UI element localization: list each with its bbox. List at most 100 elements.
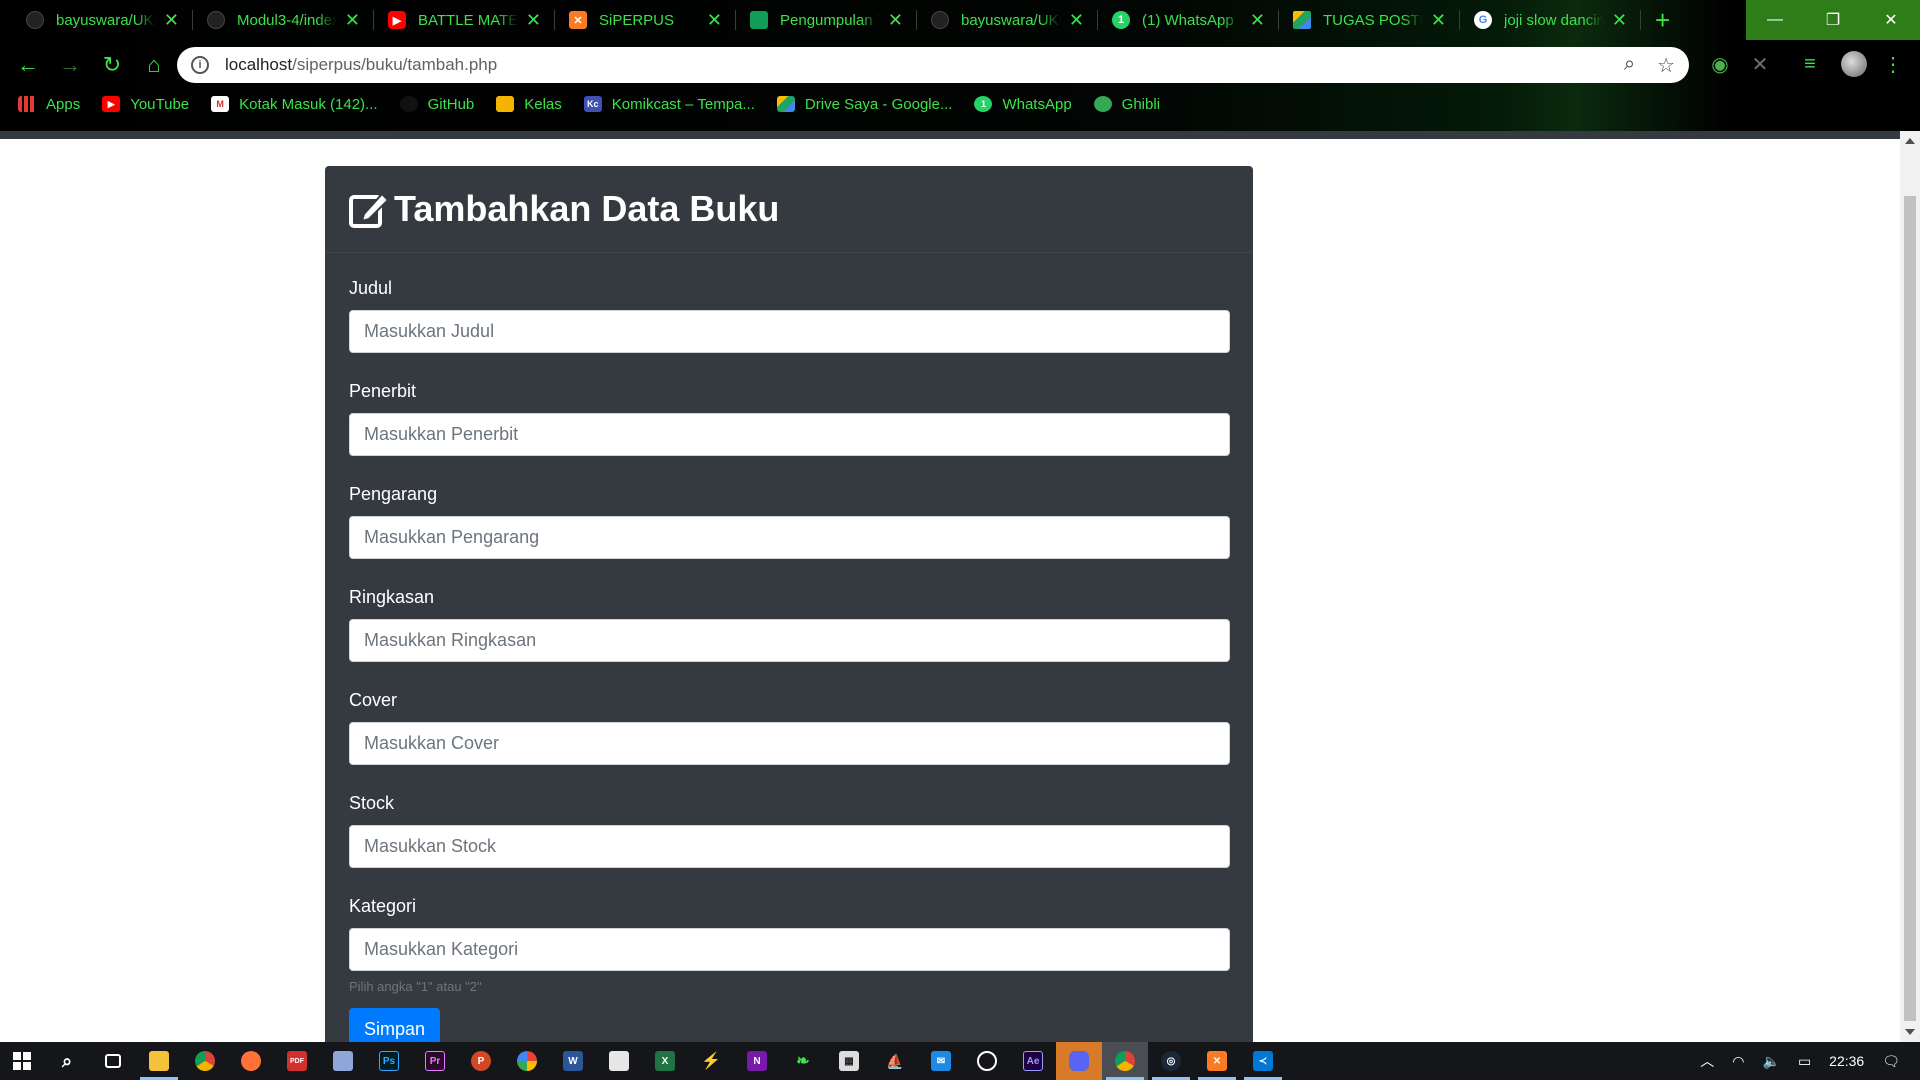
- taskbar-chrome-active[interactable]: [1102, 1042, 1148, 1080]
- task-view-button[interactable]: [90, 1042, 136, 1080]
- tab[interactable]: bayuswara/UKL ✕: [917, 0, 1098, 40]
- bookmark-whatsapp[interactable]: 1 WhatsApp: [974, 96, 1072, 113]
- extension-icon[interactable]: ◉: [1702, 44, 1738, 84]
- taskbar-app-ship[interactable]: ⛵: [872, 1042, 918, 1080]
- scroll-up-icon[interactable]: [1905, 138, 1915, 144]
- bookmark-ghibli[interactable]: Ghibli: [1093, 96, 1160, 113]
- pdf-icon: PDF: [287, 1051, 307, 1071]
- x-extension-icon[interactable]: ✕: [1742, 44, 1778, 84]
- bookmark-github[interactable]: GitHub: [399, 96, 474, 113]
- tab-title: (1) WhatsApp: [1142, 11, 1234, 29]
- close-icon[interactable]: ✕: [1431, 10, 1446, 31]
- back-button[interactable]: ←: [8, 45, 48, 85]
- taskbar-discord[interactable]: [1056, 1042, 1102, 1080]
- taskbar-powerpoint[interactable]: P: [458, 1042, 504, 1080]
- tab[interactable]: ✕ SiPERPUS ✕: [555, 0, 736, 40]
- scroll-down-icon[interactable]: [1905, 1029, 1915, 1035]
- taskbar-app-green[interactable]: ❧: [780, 1042, 826, 1080]
- taskbar-excel[interactable]: X: [642, 1042, 688, 1080]
- store-icon: [609, 1051, 629, 1071]
- address-bar[interactable]: i localhost/siperpus/buku/tambah.php ⌕ ☆: [177, 47, 1689, 83]
- tab[interactable]: TUGAS POSTER ✕: [1279, 0, 1460, 40]
- clock[interactable]: 22:36: [1829, 1053, 1864, 1069]
- chevron-up-icon[interactable]: ︿: [1700, 1051, 1714, 1071]
- vertical-scrollbar[interactable]: [1900, 131, 1920, 1042]
- notification-icon[interactable]: 🗨: [1882, 1053, 1900, 1070]
- search-button[interactable]: ⌕: [44, 1042, 90, 1080]
- scrollbar-thumb[interactable]: [1904, 196, 1916, 1021]
- close-icon[interactable]: ✕: [164, 10, 179, 31]
- bookmark-label: Apps: [46, 95, 81, 113]
- tab[interactable]: G joji slow dancing ✕: [1460, 0, 1641, 40]
- taskbar-premiere[interactable]: Pr: [412, 1042, 458, 1080]
- tab[interactable]: 1 (1) WhatsApp ✕: [1098, 0, 1279, 40]
- photoshop-icon: Ps: [379, 1051, 399, 1071]
- media-control-icon[interactable]: ≡: [1792, 44, 1828, 84]
- wifi-icon[interactable]: ◠: [1732, 1053, 1744, 1070]
- taskbar-xampp[interactable]: ✕: [1194, 1042, 1240, 1080]
- close-icon[interactable]: ✕: [1250, 10, 1265, 31]
- battery-icon[interactable]: ▭: [1798, 1053, 1811, 1070]
- taskbar-chrome[interactable]: [182, 1042, 228, 1080]
- taskbar-file-explorer[interactable]: [136, 1042, 182, 1080]
- tab[interactable]: bayuswara/UKL ✕: [12, 0, 193, 40]
- window-controls: — ❐ ✕: [1746, 0, 1920, 40]
- close-icon[interactable]: ✕: [1612, 10, 1627, 31]
- volume-icon[interactable]: 🔈: [1763, 1053, 1780, 1070]
- tab[interactable]: Pengumpulan Tugas ✕: [736, 0, 917, 40]
- penerbit-label: Penerbit: [349, 381, 417, 401]
- ringkasan-input[interactable]: [349, 619, 1230, 662]
- close-icon[interactable]: ✕: [345, 10, 360, 31]
- bookmark-star-icon[interactable]: ☆: [1657, 53, 1675, 78]
- taskbar-vscode[interactable]: ≺: [1240, 1042, 1286, 1080]
- taskbar-speedometer[interactable]: [964, 1042, 1010, 1080]
- penerbit-input[interactable]: [349, 413, 1230, 456]
- judul-input[interactable]: [349, 310, 1230, 353]
- kategori-label: Kategori: [349, 896, 417, 916]
- close-icon[interactable]: ✕: [526, 10, 541, 31]
- taskbar-3d[interactable]: [320, 1042, 366, 1080]
- field-penerbit: Penerbit: [349, 379, 1230, 456]
- taskbar-firefox[interactable]: [228, 1042, 274, 1080]
- close-icon[interactable]: ✕: [1069, 10, 1084, 31]
- bookmark-gmail[interactable]: M Kotak Masuk (142)...: [211, 96, 378, 113]
- taskbar-mail[interactable]: ✉: [918, 1042, 964, 1080]
- new-tab-button[interactable]: +: [1655, 5, 1670, 36]
- tab[interactable]: ▶ BATTLE MATEMATIKA ✕: [374, 0, 555, 40]
- taskbar-winamp[interactable]: ⚡: [688, 1042, 734, 1080]
- simpan-button[interactable]: Simpan: [349, 1008, 441, 1042]
- kategori-input[interactable]: [349, 928, 1230, 971]
- close-window-button[interactable]: ✕: [1862, 0, 1920, 40]
- menu-icon[interactable]: ⋮: [1876, 44, 1910, 84]
- home-button[interactable]: ⌂: [134, 45, 174, 85]
- restore-button[interactable]: ❐: [1804, 0, 1862, 40]
- minimize-button[interactable]: —: [1746, 0, 1804, 40]
- taskbar-steam[interactable]: ◎: [1148, 1042, 1194, 1080]
- start-button[interactable]: [0, 1042, 44, 1080]
- reload-button[interactable]: ↻: [92, 45, 132, 85]
- forward-button[interactable]: →: [50, 45, 90, 85]
- bookmark-youtube[interactable]: ▶ YouTube: [102, 96, 189, 113]
- taskbar-after-effects[interactable]: Ae: [1010, 1042, 1056, 1080]
- close-icon[interactable]: ✕: [707, 10, 722, 31]
- bookmark-komikcast[interactable]: Kc Komikcast – Tempa...: [583, 96, 755, 113]
- taskbar-onenote[interactable]: N: [734, 1042, 780, 1080]
- bookmark-apps[interactable]: Apps: [18, 96, 80, 113]
- cover-input[interactable]: [349, 722, 1230, 765]
- taskbar-photoshop[interactable]: Ps: [366, 1042, 412, 1080]
- close-icon[interactable]: ✕: [888, 10, 903, 31]
- taskbar-store[interactable]: [596, 1042, 642, 1080]
- info-icon[interactable]: i: [191, 56, 209, 74]
- taskbar-photos[interactable]: [504, 1042, 550, 1080]
- taskbar-pdf[interactable]: PDF: [274, 1042, 320, 1080]
- browser-chrome: bayuswara/UKL ✕ Modul3-4/index ✕ ▶ BATTL…: [0, 0, 1920, 131]
- taskbar-calculator[interactable]: ▦: [826, 1042, 872, 1080]
- bookmark-drive[interactable]: Drive Saya - Google...: [776, 96, 952, 113]
- zoom-icon[interactable]: ⌕: [1624, 53, 1635, 78]
- pengarang-input[interactable]: [349, 516, 1230, 559]
- bookmark-kelas[interactable]: Kelas: [496, 96, 562, 113]
- tab[interactable]: Modul3-4/index ✕: [193, 0, 374, 40]
- taskbar-word[interactable]: W: [550, 1042, 596, 1080]
- stock-input[interactable]: [349, 825, 1230, 868]
- avatar[interactable]: [1836, 44, 1872, 84]
